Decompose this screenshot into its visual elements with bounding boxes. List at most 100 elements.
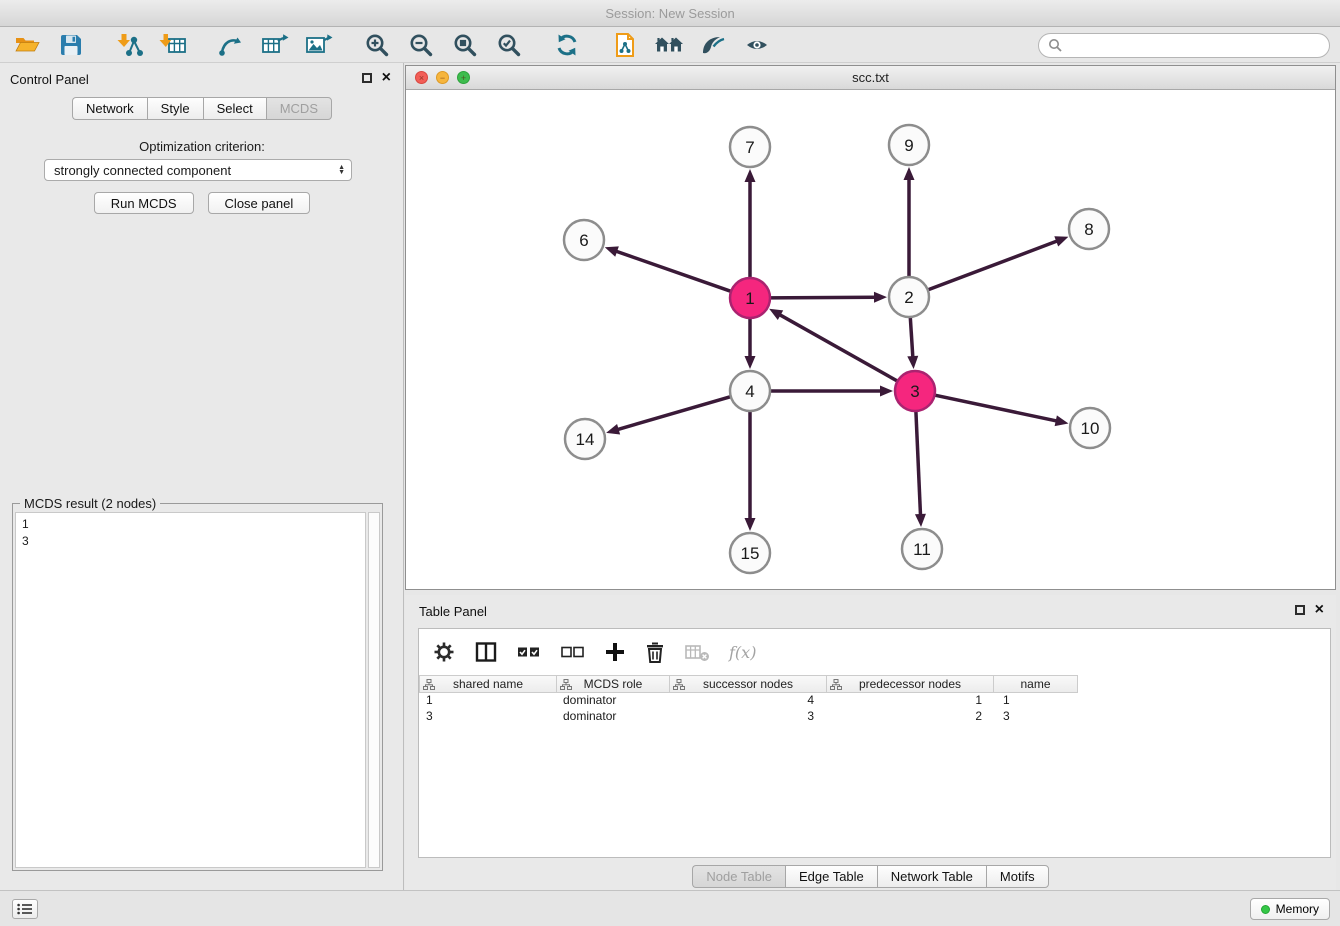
graph-node[interactable]: 3	[895, 371, 935, 411]
cell-mcds-role[interactable]: dominator	[557, 693, 670, 709]
cell-shared-name[interactable]: 3	[419, 709, 557, 725]
column-header-name[interactable]: name	[994, 675, 1078, 693]
tab-node-table[interactable]: Node Table	[692, 865, 785, 888]
cell-shared-name[interactable]: 1	[419, 693, 557, 709]
graph-node[interactable]: 6	[564, 220, 604, 260]
criterion-dropdown[interactable]: strongly connected component ▲ ▼	[44, 159, 352, 181]
network-graph: 1 2 3 4 6 7 8 9 10 11 14 15	[406, 90, 1335, 589]
tab-motifs[interactable]: Motifs	[986, 865, 1049, 888]
graph-node[interactable]: 7	[730, 127, 770, 167]
show-hide-button[interactable]	[740, 29, 774, 61]
graph-node[interactable]: 9	[889, 125, 929, 165]
export-table-button[interactable]	[258, 29, 292, 61]
table-settings-button[interactable]	[433, 639, 455, 665]
close-table-panel-icon[interactable]: ×	[1315, 604, 1324, 616]
style-button[interactable]	[696, 29, 730, 61]
column-header-mcds-role[interactable]: MCDS role	[557, 675, 670, 693]
cell-name[interactable]: 3	[994, 709, 1078, 725]
export-image-button[interactable]	[302, 29, 336, 61]
graph-edge[interactable]	[910, 315, 913, 358]
table-row[interactable]: 3 dominator 3 2 3	[419, 709, 1330, 725]
memory-button[interactable]: Memory	[1250, 898, 1330, 920]
table-header-row: shared name MCDS role successor nodes pr…	[419, 675, 1330, 693]
network-canvas[interactable]: 1 2 3 4 6 7 8 9 10 11 14 15	[406, 90, 1335, 589]
optimization-criterion-label: Optimization criterion:	[0, 139, 404, 154]
graph-edge[interactable]	[779, 314, 900, 382]
cell-mcds-role[interactable]: dominator	[557, 709, 670, 725]
result-scrollbar[interactable]	[368, 512, 380, 868]
graph-node[interactable]: 4	[730, 371, 770, 411]
cell-predecessor-nodes[interactable]: 1	[827, 693, 994, 709]
window-close-button[interactable]: ×	[415, 71, 428, 84]
window-zoom-button[interactable]: +	[457, 71, 470, 84]
import-table-button[interactable]	[156, 29, 190, 61]
graph-edge[interactable]	[615, 251, 733, 292]
save-session-button[interactable]	[54, 29, 88, 61]
column-label: predecessor nodes	[859, 677, 961, 691]
tab-edge-table[interactable]: Edge Table	[785, 865, 877, 888]
zoom-selected-button[interactable]	[492, 29, 526, 61]
close-panel-button[interactable]: Close panel	[208, 192, 311, 214]
open-session-button[interactable]	[10, 29, 44, 61]
tab-mcds[interactable]: MCDS	[266, 97, 332, 120]
graph-node[interactable]: 2	[889, 277, 929, 317]
delete-table-button[interactable]	[685, 639, 709, 665]
network-window-titlebar[interactable]: × − + scc.txt	[406, 66, 1335, 90]
run-mcds-button[interactable]: Run MCDS	[94, 192, 194, 214]
refresh-button[interactable]	[550, 29, 584, 61]
graph-edge[interactable]	[933, 395, 1058, 421]
graph-node[interactable]: 8	[1069, 209, 1109, 249]
tab-style[interactable]: Style	[147, 97, 203, 120]
minimize-glyph: −	[440, 73, 445, 83]
graph-node[interactable]: 14	[565, 419, 605, 459]
graph-edge-arrow	[1054, 236, 1068, 246]
cell-successor-nodes[interactable]: 3	[670, 709, 827, 725]
zoom-in-button[interactable]	[360, 29, 394, 61]
column-header-successor-nodes[interactable]: successor nodes	[670, 675, 827, 693]
graph-node[interactable]: 1	[730, 278, 770, 318]
graph-edge[interactable]	[916, 409, 921, 516]
task-history-button[interactable]	[12, 899, 38, 919]
cell-successor-nodes[interactable]: 4	[670, 693, 827, 709]
new-network-button[interactable]	[214, 29, 248, 61]
search-input[interactable]	[1067, 38, 1320, 52]
cell-name[interactable]: 1	[994, 693, 1078, 709]
tab-network-table[interactable]: Network Table	[877, 865, 986, 888]
zoom-in-icon	[365, 33, 389, 57]
import-network-button[interactable]	[112, 29, 146, 61]
add-column-button[interactable]	[605, 639, 625, 665]
graph-node[interactable]: 10	[1070, 408, 1110, 448]
column-header-predecessor-nodes[interactable]: predecessor nodes	[827, 675, 994, 693]
clone-network-button[interactable]	[608, 29, 642, 61]
function-builder-button[interactable]: f(x)	[729, 639, 756, 665]
tab-network[interactable]: Network	[72, 97, 147, 120]
window-titlebar[interactable]: Session: New Session	[0, 0, 1340, 27]
show-columns-button[interactable]	[475, 639, 497, 665]
select-all-button[interactable]	[517, 639, 541, 665]
table-row[interactable]: 1 dominator 4 1 1	[419, 693, 1330, 709]
window-minimize-button[interactable]: −	[436, 71, 449, 84]
attribute-icon	[830, 679, 842, 691]
cell-predecessor-nodes[interactable]: 2	[827, 709, 994, 725]
float-table-panel-icon[interactable]	[1295, 605, 1305, 615]
deselect-all-button[interactable]	[561, 639, 585, 665]
float-panel-icon[interactable]	[362, 73, 372, 83]
close-panel-icon[interactable]: ×	[382, 72, 391, 84]
column-header-shared-name[interactable]: shared name	[419, 675, 557, 693]
arrow-down-icon: ▼	[338, 170, 345, 175]
mcds-result-list[interactable]: 1 3	[15, 512, 366, 868]
graph-node[interactable]: 11	[902, 529, 942, 569]
zoom-fit-button[interactable]	[448, 29, 482, 61]
zoom-out-button[interactable]	[404, 29, 438, 61]
graph-edge[interactable]	[926, 241, 1058, 291]
delete-column-button[interactable]	[645, 639, 665, 665]
graph-edge[interactable]	[617, 396, 733, 430]
search-box[interactable]	[1038, 33, 1330, 58]
graph-edge[interactable]	[768, 297, 876, 298]
clone-network-icon	[613, 32, 637, 58]
home-button[interactable]	[652, 29, 686, 61]
graph-node-label: 7	[745, 138, 754, 157]
graph-node[interactable]: 15	[730, 533, 770, 573]
graph-node-label: 6	[579, 231, 588, 250]
tab-select[interactable]: Select	[203, 97, 266, 120]
